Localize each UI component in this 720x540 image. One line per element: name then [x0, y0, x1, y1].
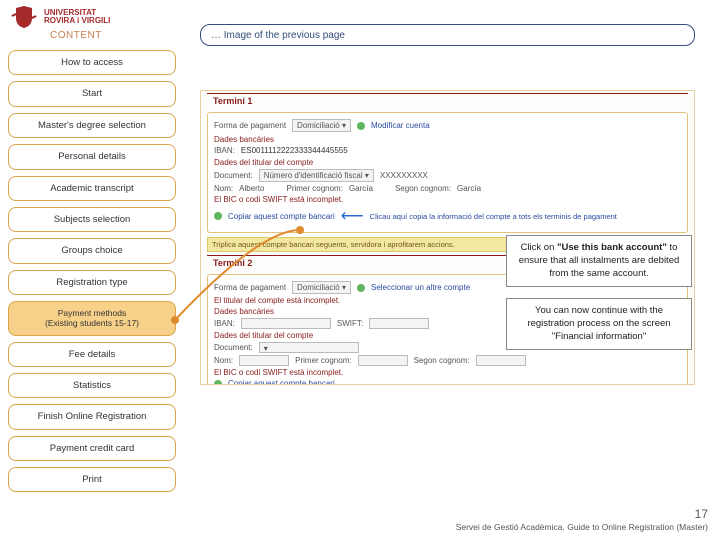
callout2: You can now continue with the registrati…	[527, 305, 670, 342]
nav-start[interactable]: Start	[8, 81, 176, 106]
term2-cognom2-input[interactable]	[476, 355, 526, 366]
term1-arrow-text: Clicau aquí copia la informació del comp…	[370, 212, 617, 221]
nav-finish-registration[interactable]: Finish Online Registration	[8, 404, 176, 429]
nav-academic-transcript[interactable]: Academic transcript	[8, 176, 176, 201]
callout-box-2: You can now continue with the registrati…	[506, 298, 692, 350]
term1-cognom2-label: Segon cognom:	[395, 184, 451, 193]
term2-cognom2-label: Segon cognom:	[414, 356, 470, 365]
nav-fee-details[interactable]: Fee details	[8, 342, 176, 367]
term2-copy-btn[interactable]: Copiar aquest compte bancari	[228, 379, 335, 385]
term1-nom-value: Alberto	[239, 184, 264, 193]
nav-statistics[interactable]: Statistics	[8, 373, 176, 398]
term1-iban-value: ES0011112222333344445555	[241, 146, 348, 155]
term1-title: Termini 1	[207, 93, 688, 108]
nav-personal-details[interactable]: Personal details	[8, 144, 176, 169]
status-dot-icon	[357, 122, 365, 130]
university-logo: UNIVERSITAT ROVIRA i VIRGILI	[10, 6, 110, 28]
top-banner-text: … Image of the previous page	[211, 30, 345, 41]
term1-modify-link[interactable]: Modificar cuenta	[371, 121, 430, 130]
term2-swift-label: SWIFT:	[337, 319, 363, 328]
term2-cognom1-input[interactable]	[358, 355, 408, 366]
nav-masters-degree[interactable]: Master's degree selection	[8, 113, 176, 138]
term2-cognom1-label: Primer cognom:	[295, 356, 351, 365]
term1-cognom2-value: García	[457, 184, 481, 193]
term1-copy-btn[interactable]: Copiar aquest compte bancari	[228, 212, 335, 221]
term2-pay-label: Forma de pagament	[214, 283, 286, 292]
nav-registration-type[interactable]: Registration type	[8, 270, 176, 295]
nav-subjects-selection[interactable]: Subjects selection	[8, 207, 176, 232]
callout1-a: Click on	[521, 242, 557, 253]
nav-how-to-access[interactable]: How to access	[8, 50, 176, 75]
footer-text: Servei de Gestió Acadèmica. Guide to Onl…	[456, 522, 708, 532]
term1-titular: Dades del titular del compte	[214, 158, 681, 167]
top-banner: … Image of the previous page	[200, 24, 695, 46]
term2-select-link[interactable]: Seleccionar un altre compte	[371, 283, 470, 292]
page-number: 17	[456, 507, 708, 521]
term2-iban-input[interactable]	[241, 318, 331, 329]
status-dot-icon	[357, 284, 365, 292]
term1-dades: Dades bancàries	[214, 135, 681, 144]
footer: 17 Servei de Gestió Acadèmica. Guide to …	[456, 507, 708, 532]
callout1-b: "Use this bank account"	[557, 242, 667, 253]
content-header: CONTENT	[50, 30, 102, 41]
term1-doc-code: XXXXXXXXX	[380, 171, 428, 180]
term1-cognom1-label: Primer cognom:	[286, 184, 342, 193]
copy-dot-icon	[214, 380, 222, 386]
sidebar-nav: How to access Start Master's degree sele…	[8, 50, 176, 492]
term2-bic-note: El BIC o codi SWIFT està incomplet.	[214, 368, 681, 377]
term2-doc-label: Document:	[214, 343, 253, 352]
term1-iban-label: IBAN:	[214, 146, 235, 155]
term1-pay-label: Forma de pagament	[214, 121, 286, 130]
term2-doc-select[interactable]: ▾	[259, 342, 359, 353]
term1-pay-select[interactable]: Domiciliació ▾	[292, 119, 351, 132]
nav-groups-choice[interactable]: Groups choice	[8, 238, 176, 263]
term1-doc-select[interactable]: Número d'identificació fiscal ▾	[259, 169, 374, 182]
term2-swift-input[interactable]	[369, 318, 429, 329]
arrow-left-icon: ⟵	[341, 206, 364, 226]
term1-cognom1-value: García	[349, 184, 373, 193]
term2-pay-select[interactable]: Domiciliació ▾	[292, 281, 351, 294]
nav-payment-methods[interactable]: Payment methods (Existing students 15-17…	[8, 301, 176, 335]
nav-payment-credit-card[interactable]: Payment credit card	[8, 436, 176, 461]
term1-bic-note: El BIC o codi SWIFT està incomplet.	[214, 195, 343, 204]
term1-nom-label: Nom:	[214, 184, 233, 193]
copy-dot-icon	[214, 212, 222, 220]
callout-box-1: Click on "Use this bank account" to ensu…	[506, 235, 692, 287]
nav-print[interactable]: Print	[8, 467, 176, 492]
term1-doc-label: Document:	[214, 171, 253, 180]
term2-nom-label: Nom:	[214, 356, 233, 365]
logo-line2: ROVIRA i VIRGILI	[44, 17, 110, 25]
term2-iban-label: IBAN:	[214, 319, 235, 328]
shield-icon	[10, 6, 38, 28]
term1-box: Forma de pagament Domiciliació ▾ Modific…	[207, 112, 688, 233]
term2-nom-input[interactable]	[239, 355, 289, 366]
